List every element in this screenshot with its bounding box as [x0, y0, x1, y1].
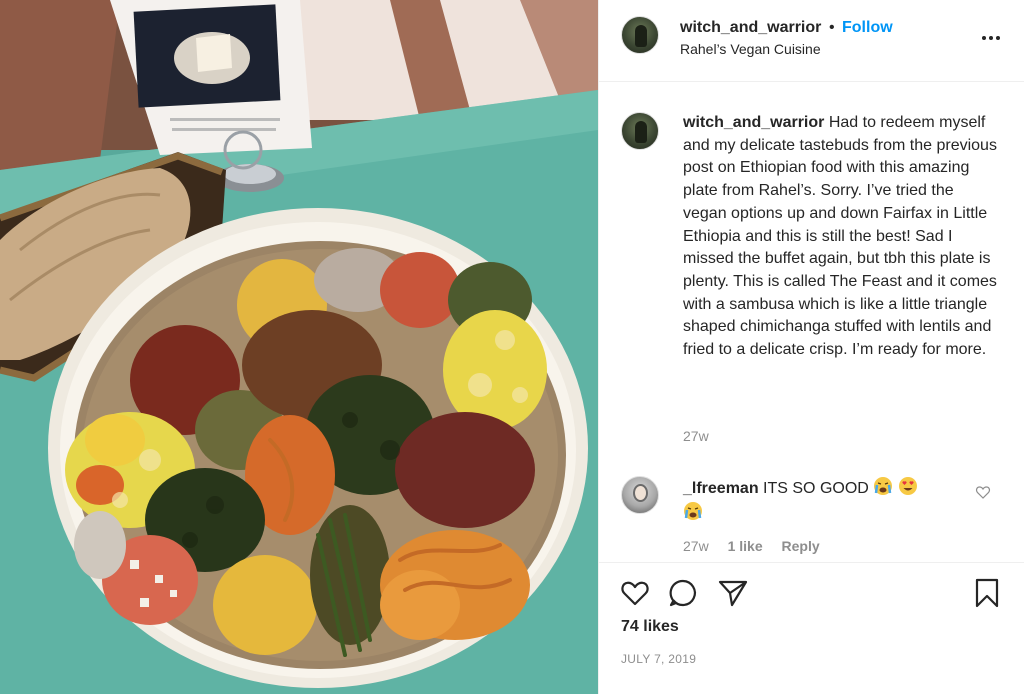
comment-icon[interactable]	[667, 577, 699, 609]
comment-item: _lfreeman ITS SO GOOD 27w 1 like Reply	[599, 470, 1024, 560]
post-details-panel: witch_and_warrior • Follow Rahel’s Vegan…	[598, 0, 1024, 694]
post-photo[interactable]	[0, 0, 598, 694]
caption-timestamp[interactable]: 27w	[683, 428, 709, 444]
caption-text-block: witch_and_warrior Had to redeem myself a…	[683, 112, 999, 362]
comment-username[interactable]: _lfreeman	[683, 480, 759, 497]
post-date[interactable]: JULY 7, 2019	[621, 652, 696, 666]
bookmark-icon[interactable]	[971, 577, 1003, 609]
comment-like-heart-icon[interactable]	[975, 484, 991, 500]
comment-likes-count[interactable]: 1 like	[728, 538, 763, 554]
comment-meta: 27w 1 like Reply	[683, 538, 835, 554]
comment-timestamp[interactable]: 27w	[683, 538, 709, 554]
food-platter-image	[0, 0, 598, 694]
heart-icon[interactable]	[619, 577, 651, 609]
crying-face-emoji	[874, 477, 893, 495]
comment-body: ITS SO GOOD	[763, 480, 869, 497]
crying-face-emoji	[684, 501, 702, 520]
caption-username[interactable]: witch_and_warrior	[683, 114, 824, 131]
commenter-avatar[interactable]	[621, 476, 659, 514]
post-modal: witch_and_warrior • Follow Rahel’s Vegan…	[0, 0, 1024, 694]
comment-reply-button[interactable]: Reply	[782, 538, 820, 554]
likes-count[interactable]: 74 likes	[621, 618, 679, 636]
post-actions: 74 likes JULY 7, 2019	[599, 562, 1024, 694]
share-icon[interactable]	[717, 577, 749, 609]
more-options-icon[interactable]	[979, 26, 1003, 50]
follow-button[interactable]: Follow	[842, 19, 893, 37]
header-separator: •	[829, 19, 835, 36]
caption-avatar[interactable]	[621, 112, 659, 150]
author-username[interactable]: witch_and_warrior	[680, 19, 821, 37]
caption-body: Had to redeem myself and my delicate tas…	[683, 114, 997, 359]
post-header: witch_and_warrior • Follow Rahel’s Vegan…	[599, 0, 1024, 82]
heart-eyes-emoji	[898, 477, 917, 495]
comment-text-block: _lfreeman ITS SO GOOD	[683, 476, 949, 525]
author-avatar[interactable]	[621, 16, 659, 54]
location-link[interactable]: Rahel’s Vegan Cuisine	[680, 41, 821, 57]
